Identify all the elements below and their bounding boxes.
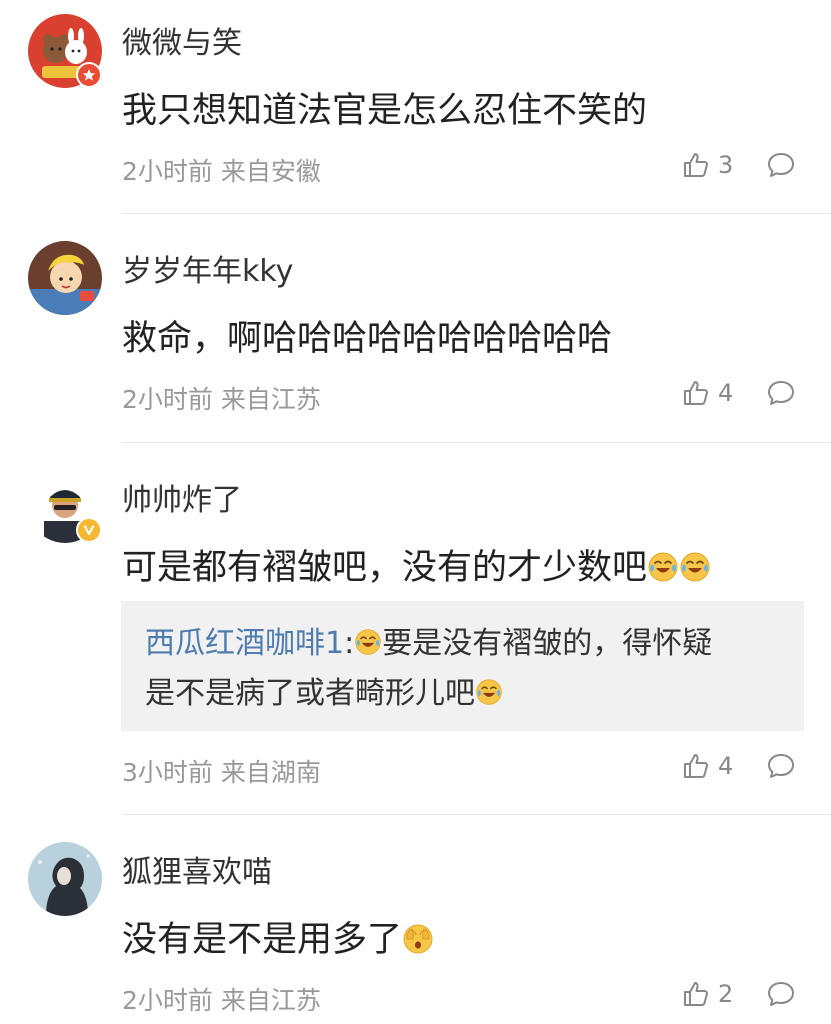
timestamp: 2小时前: [122, 157, 213, 186]
comment-text-body: 可是都有褶皱吧，没有的才少数吧: [122, 548, 648, 588]
reply-quote[interactable]: 西瓜红酒咖啡1: 要是没有褶皱的，得怀疑 是不是病了或者畸形儿吧: [121, 601, 804, 731]
comment-text: 我只想知道法官是怎么忍住不笑的: [122, 82, 647, 133]
girl-silhouette-avatar: [28, 842, 102, 916]
comment-bubble-icon: [768, 754, 794, 778]
laugh-cry-emoji: [354, 628, 382, 656]
reply-button[interactable]: [766, 980, 796, 1008]
divider: [122, 213, 831, 214]
reply-text: 是不是病了或者畸形儿吧: [145, 676, 475, 711]
comment-bubble-icon: [768, 153, 794, 177]
avatar[interactable]: [28, 241, 102, 315]
avatar[interactable]: [28, 842, 102, 916]
thumbs-up-icon: [684, 754, 708, 778]
comment-text-body: 我只想知道法官是怎么忍住不笑的: [122, 91, 648, 131]
reply-button[interactable]: [766, 379, 796, 407]
timestamp: 2小时前: [122, 986, 213, 1015]
thumbs-up-icon: [684, 381, 708, 405]
divider: [122, 442, 831, 443]
comment-text: 可是都有褶皱吧，没有的才少数吧: [122, 539, 711, 590]
like-count: 4: [718, 379, 734, 407]
comment-meta: 2小时前 来自安徽: [122, 152, 321, 188]
comment-meta: 3小时前 来自湖南: [122, 753, 321, 789]
thumbs-up-icon: [684, 153, 708, 177]
like-count: 4: [718, 752, 734, 780]
timestamp: 2小时前: [122, 385, 213, 414]
location: 来自湖南: [220, 758, 321, 787]
laugh-cry-emoji: [647, 551, 679, 583]
location: 来自江苏: [220, 986, 321, 1015]
reply-text: 要是没有褶皱的，得怀疑: [382, 626, 713, 661]
timestamp: 3小时前: [122, 758, 213, 787]
face-palm-emoji: [402, 923, 434, 955]
like-button[interactable]: 4: [682, 752, 733, 780]
comment-meta: 2小时前 来自江苏: [122, 981, 321, 1017]
like-button[interactable]: 2: [682, 980, 733, 1008]
username[interactable]: 微微与笑: [122, 18, 242, 62]
reply-button[interactable]: [766, 752, 796, 780]
comment-text: 没有是不是用多了: [122, 911, 434, 962]
reply-line: 是不是病了或者畸形儿吧: [145, 669, 780, 719]
comment-meta: 2小时前 来自江苏: [122, 380, 321, 416]
laugh-cry-emoji: [679, 551, 711, 583]
laugh-cry-emoji: [475, 678, 503, 706]
reply-username[interactable]: 西瓜红酒咖啡1: [145, 626, 344, 661]
like-button[interactable]: 3: [682, 151, 733, 179]
like-count: 3: [718, 151, 734, 179]
reply-separator: :: [344, 626, 355, 661]
username[interactable]: 岁岁年年kky: [122, 246, 293, 290]
location: 来自安徽: [220, 157, 321, 186]
cartoon-avatar: [28, 241, 102, 315]
thumbs-up-icon: [684, 982, 708, 1006]
location: 来自江苏: [220, 385, 321, 414]
comment-text: 救命，啊哈哈哈哈哈哈哈哈哈哈: [122, 310, 612, 361]
like-count: 2: [718, 980, 734, 1008]
star-badge-icon: [76, 62, 102, 88]
username[interactable]: 狐狸喜欢喵: [122, 847, 272, 891]
comment-bubble-icon: [768, 381, 794, 405]
comment-text-body: 没有是不是用多了: [122, 920, 403, 960]
reply-button[interactable]: [766, 151, 796, 179]
comment-bubble-icon: [768, 982, 794, 1006]
verified-v-icon: [76, 517, 102, 543]
divider: [122, 814, 831, 815]
username[interactable]: 帅帅炸了: [122, 475, 242, 519]
comment-text-body: 救命，啊哈哈哈哈哈哈哈哈哈哈: [122, 319, 613, 359]
reply-line: 西瓜红酒咖啡1: 要是没有褶皱的，得怀疑: [145, 619, 780, 669]
like-button[interactable]: 4: [682, 379, 733, 407]
